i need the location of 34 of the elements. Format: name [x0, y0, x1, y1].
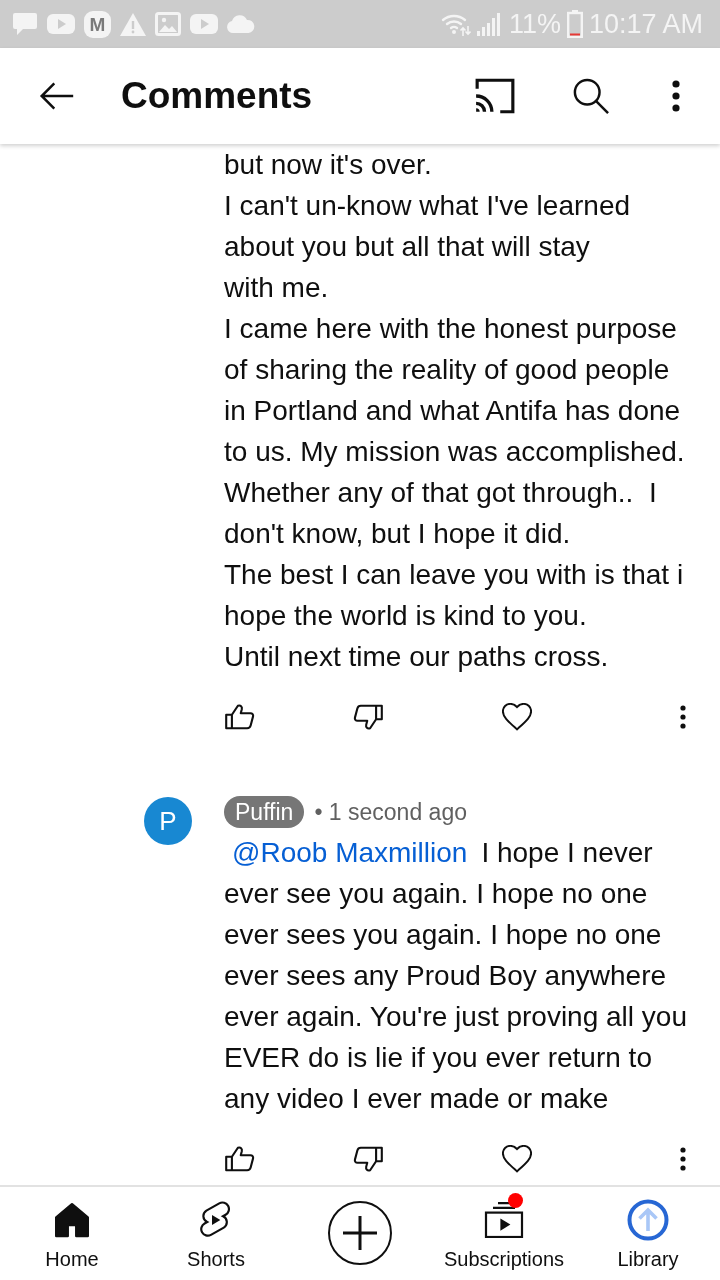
play-button-icon — [47, 14, 75, 34]
nav-tab[interactable]: Shorts — [144, 1187, 288, 1280]
warning-icon — [120, 12, 146, 36]
thumbs-up-icon — [225, 703, 255, 731]
avatar[interactable]: P — [144, 797, 192, 845]
more-vertical-icon — [679, 705, 687, 729]
more-vertical-icon — [671, 79, 681, 113]
chat-bubble-icon — [12, 12, 38, 36]
heart-icon — [502, 703, 532, 731]
battery-icon — [566, 10, 583, 38]
nav-tab[interactable]: Library — [576, 1187, 720, 1280]
thumbs-down-icon — [353, 703, 383, 731]
back-arrow-icon — [39, 81, 75, 111]
mention-link[interactable]: @Roob Maxmillion — [232, 837, 468, 868]
plus-icon — [343, 1215, 377, 1250]
search-icon — [573, 78, 609, 114]
create-button[interactable] — [328, 1200, 392, 1265]
nav-tab[interactable]: Subscriptions — [432, 1187, 576, 1280]
thumbs-up-icon — [225, 1145, 255, 1173]
play-button-icon — [190, 14, 218, 34]
nav-tab[interactable]: Home — [0, 1187, 144, 1280]
cloud-icon — [227, 15, 255, 33]
signal-icon — [476, 12, 503, 36]
author-name[interactable]: Puffin — [224, 796, 305, 828]
thumbs-down-icon — [353, 1145, 383, 1173]
page-title: Comments — [121, 74, 313, 118]
image-icon — [155, 12, 181, 36]
comment-text: but now it's over. I can't un-know what I've learned about you but all that will stay with me. I came here with the honest purpose of sharing the reality of good people in Portland and what Antifa has done to us. My mission was accomplished. Whether any of that got through.. I don't know, but I hope it did. The best I can leave you with is that i hope the world is kind to you. Until next time our paths cross. — [224, 148, 686, 674]
cast-icon — [474, 78, 516, 114]
letter-badge-icon: M — [84, 10, 111, 38]
more-vertical-icon — [679, 1147, 687, 1171]
comment-time: • 1 second ago — [314, 798, 467, 827]
comment-text: @Roob Maxmillion I hope I never ever see you again. I hope no one ever sees you again. I hope no one ever sees any Proud Boy anywhere ever again. You're just proving all you EVER do is lie if you ever return to any video I ever made or make — [224, 836, 688, 1116]
heart-icon — [502, 1145, 532, 1173]
